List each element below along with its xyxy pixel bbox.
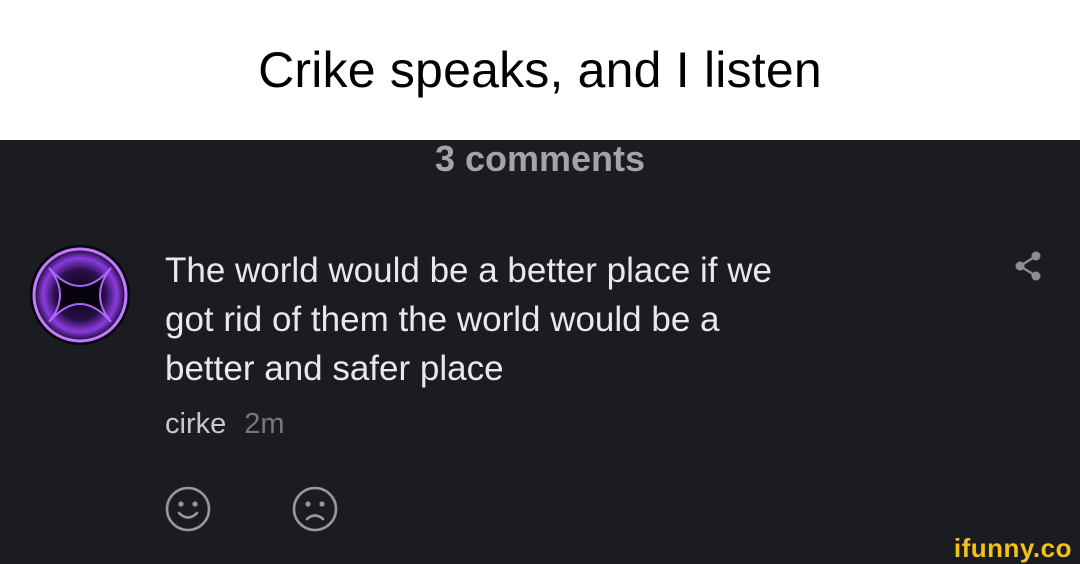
comment-author[interactable]: cirke xyxy=(165,408,226,440)
meme-caption: Crike speaks, and I listen xyxy=(0,0,1080,140)
comment-meta: cirke 2m xyxy=(165,408,285,441)
frown-face-icon[interactable] xyxy=(291,485,339,533)
smile-face-icon[interactable] xyxy=(164,485,212,533)
comment-body: The world would be a better place if we … xyxy=(165,246,925,393)
avatar-image xyxy=(30,245,130,345)
comment-line: better and safer place xyxy=(165,349,504,388)
comment-time: 2m xyxy=(244,408,285,440)
ifunny-watermark: ifunny.co xyxy=(953,533,1072,563)
avatar[interactable] xyxy=(29,244,131,346)
comment-line: got rid of them the world would be a xyxy=(165,300,720,339)
comments-panel: 3 comments The world would be a better p… xyxy=(0,138,1080,564)
caption-text: Crike speaks, and I listen xyxy=(258,42,822,98)
comment-line: The world would be a better place if we xyxy=(165,251,772,290)
share-icon[interactable] xyxy=(1012,250,1044,282)
comments-count-header: 3 comments xyxy=(434,138,646,179)
